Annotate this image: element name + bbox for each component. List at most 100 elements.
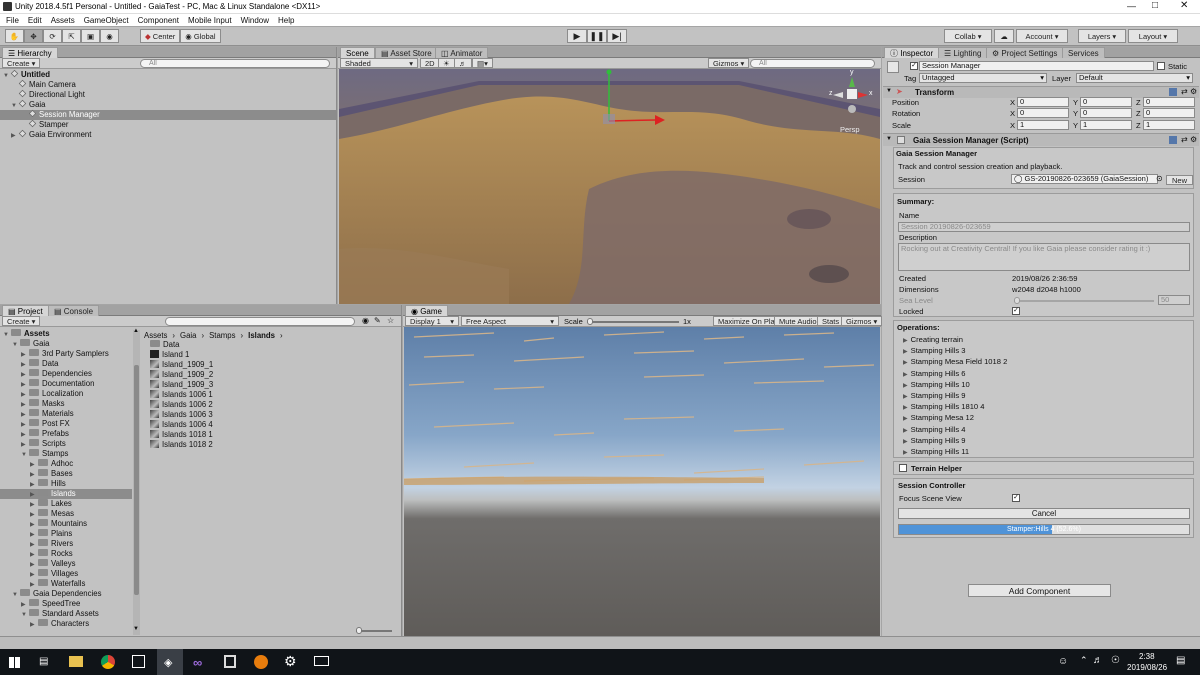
move-tool-icon[interactable]: ✥ xyxy=(24,29,43,43)
menu-assets[interactable]: Assets xyxy=(51,16,75,25)
asset-item[interactable]: Islands 1006 1 xyxy=(150,389,400,400)
aspect-dropdown[interactable]: Free Aspect ▾ xyxy=(461,316,559,326)
transform-y-field[interactable]: 0 xyxy=(1080,108,1132,119)
windows-start-icon[interactable] xyxy=(9,657,20,668)
project-folder[interactable]: ▶ Waterfalls xyxy=(0,579,132,589)
asset-item[interactable]: Islands 1018 2 xyxy=(150,439,400,450)
rect-tool-icon[interactable]: ▣ xyxy=(81,29,100,43)
blender-icon[interactable] xyxy=(254,655,268,669)
operation-item[interactable]: ▶ Stamping Mesa Field 1018 2 xyxy=(898,356,1188,367)
preset-icon[interactable]: ⇄ xyxy=(1181,87,1188,96)
gear-icon[interactable]: ⚙ xyxy=(1190,87,1197,96)
rotate-tool-icon[interactable]: ⟳ xyxy=(43,29,62,43)
project-folder[interactable]: ▶ Localization xyxy=(0,389,132,399)
static-checkbox[interactable] xyxy=(1157,62,1165,70)
tab-services[interactable]: Services xyxy=(1062,47,1105,58)
menu-file[interactable]: File xyxy=(6,16,19,25)
project-folder[interactable]: ▶ SpeedTree xyxy=(0,599,132,609)
chrome-icon[interactable] xyxy=(101,655,115,669)
project-folder[interactable]: ▼ Stamps xyxy=(0,449,132,459)
project-folder[interactable]: ▶ Scripts xyxy=(0,439,132,449)
operation-item[interactable]: ▶ Stamping Hills 9 xyxy=(898,390,1188,401)
project-folder[interactable]: ▶ Prefabs xyxy=(0,429,132,439)
tab-animator[interactable]: ◫ Animator xyxy=(435,47,489,58)
task-view-icon[interactable]: ▤ xyxy=(39,656,48,667)
asset-item[interactable]: Islands 1006 3 xyxy=(150,409,400,420)
operation-item[interactable]: ▶ Stamping Hills 9 xyxy=(898,435,1188,446)
project-folder[interactable]: ▶ Documentation xyxy=(0,379,132,389)
display-dropdown[interactable]: Display 1 ▾ xyxy=(405,316,459,326)
hierarchy-search-input[interactable]: All xyxy=(140,59,330,68)
project-folder[interactable]: ▶ Bases xyxy=(0,469,132,479)
game-viewport[interactable] xyxy=(404,327,880,636)
new-session-button[interactable]: New xyxy=(1166,175,1193,185)
scale-tool-icon[interactable]: ⇱ xyxy=(62,29,81,43)
script-header[interactable]: ▼ Gaia Session Manager (Script) ⇄ ⚙ xyxy=(883,133,1199,146)
project-tree-scrollbar[interactable]: ▲ ▼ xyxy=(133,328,140,635)
preset-icon[interactable]: ⇄ xyxy=(1181,135,1188,144)
tab-game[interactable]: ◉ Game xyxy=(405,305,448,316)
project-folder[interactable]: ▶ Data xyxy=(0,359,132,369)
operation-item[interactable]: ▶ Creating terrain xyxy=(898,334,1188,345)
breadcrumb-gaia[interactable]: Gaia xyxy=(180,331,196,340)
description-field[interactable]: Rocking out at Creativity Central! If yo… xyxy=(898,243,1190,271)
tab-scene[interactable]: Scene xyxy=(340,47,375,58)
effects-dropdown-icon[interactable]: ▤▾ xyxy=(472,58,493,68)
menu-window[interactable]: Window xyxy=(241,16,269,25)
hierarchy-item-selected[interactable]: Session Manager xyxy=(0,110,336,120)
project-create-button[interactable]: Create ▾ xyxy=(2,316,41,326)
project-folder[interactable]: ▼ Gaia Dependencies xyxy=(0,589,132,599)
terrain-helper-checkbox[interactable] xyxy=(899,464,907,472)
account-button[interactable]: Account ▾ xyxy=(1016,29,1068,43)
tab-project[interactable]: ▤ Project xyxy=(2,305,49,316)
hierarchy-item[interactable]: ▼ Gaia xyxy=(0,100,336,110)
menu-edit[interactable]: Edit xyxy=(28,16,42,25)
volume-icon[interactable]: ♬ xyxy=(1093,655,1103,666)
menu-component[interactable]: Component xyxy=(138,16,179,25)
tray-chevron-icon[interactable]: ⌃ xyxy=(1080,655,1088,666)
project-folder[interactable]: ▼ Assets xyxy=(0,329,132,339)
maximize-icon[interactable]: □ xyxy=(1152,0,1158,11)
help-icon[interactable] xyxy=(1169,136,1177,144)
hand-tool-icon[interactable]: ✋ xyxy=(5,29,24,43)
object-name-field[interactable]: Session Manager xyxy=(919,61,1154,71)
project-folder[interactable]: ▶ Villages xyxy=(0,569,132,579)
step-icon[interactable]: ▶| xyxy=(607,29,627,43)
asset-item[interactable]: Islands 1006 2 xyxy=(150,399,400,410)
hierarchy-item[interactable]: Main Camera xyxy=(0,80,336,90)
global-local-button[interactable]: ◉ Global xyxy=(180,29,221,43)
maximize-on-play-button[interactable]: Maximize On Play xyxy=(713,316,784,326)
asset-item[interactable]: Data xyxy=(150,340,400,350)
breadcrumb-islands[interactable]: Islands xyxy=(248,331,275,340)
collab-button[interactable]: Collab ▾ xyxy=(944,29,992,43)
filter-type-icon[interactable]: ◉ xyxy=(362,316,369,325)
icon-size-slider[interactable] xyxy=(356,627,392,634)
shading-dropdown[interactable]: Shaded ▾ xyxy=(340,58,418,68)
scene-viewport[interactable]: y x z Persp xyxy=(339,69,880,304)
help-icon[interactable] xyxy=(1169,88,1177,96)
transform-x-field[interactable]: 0 xyxy=(1017,97,1069,107)
project-folder-selected[interactable]: ▶ Islands xyxy=(0,489,132,499)
slider-thumb[interactable] xyxy=(587,318,593,325)
layers-dropdown[interactable]: Layers ▾ xyxy=(1078,29,1126,43)
project-folder[interactable]: ▶ Materials xyxy=(0,409,132,419)
project-search-input[interactable] xyxy=(165,317,355,326)
menu-help[interactable]: Help xyxy=(278,16,294,25)
tab-lighting[interactable]: ☰ Lighting xyxy=(938,47,988,58)
clock-date[interactable]: 2019/08/26 xyxy=(1127,663,1167,672)
scene-gizmos-dropdown[interactable]: Gizmos ▾ xyxy=(708,58,750,68)
asset-item[interactable]: Islands 1006 4 xyxy=(150,419,400,430)
tab-asset-store[interactable]: ▤ Asset Store xyxy=(375,47,438,58)
asset-item[interactable]: Islands 1018 1 xyxy=(150,429,400,440)
operation-item[interactable]: ▶ Stamping Hills 10 xyxy=(898,379,1188,390)
session-object-field[interactable]: ◯ GS-20190826-023659 (GaiaSession) xyxy=(1011,174,1158,184)
asset-item[interactable]: Island_1909_2 xyxy=(150,369,400,380)
slider-thumb[interactable] xyxy=(1014,297,1020,304)
cancel-button[interactable]: Cancel xyxy=(898,508,1190,519)
transform-y-field[interactable]: 0 xyxy=(1080,97,1132,107)
transform-z-field[interactable]: 1 xyxy=(1143,119,1195,130)
operation-item[interactable]: ▶ Stamping Hills 4 xyxy=(898,424,1188,435)
operation-item[interactable]: ▶ Stamping Hills 6 xyxy=(898,368,1188,379)
layout-dropdown[interactable]: Layout ▾ xyxy=(1128,29,1178,43)
audio-toggle-icon[interactable]: ♬ xyxy=(454,58,472,68)
